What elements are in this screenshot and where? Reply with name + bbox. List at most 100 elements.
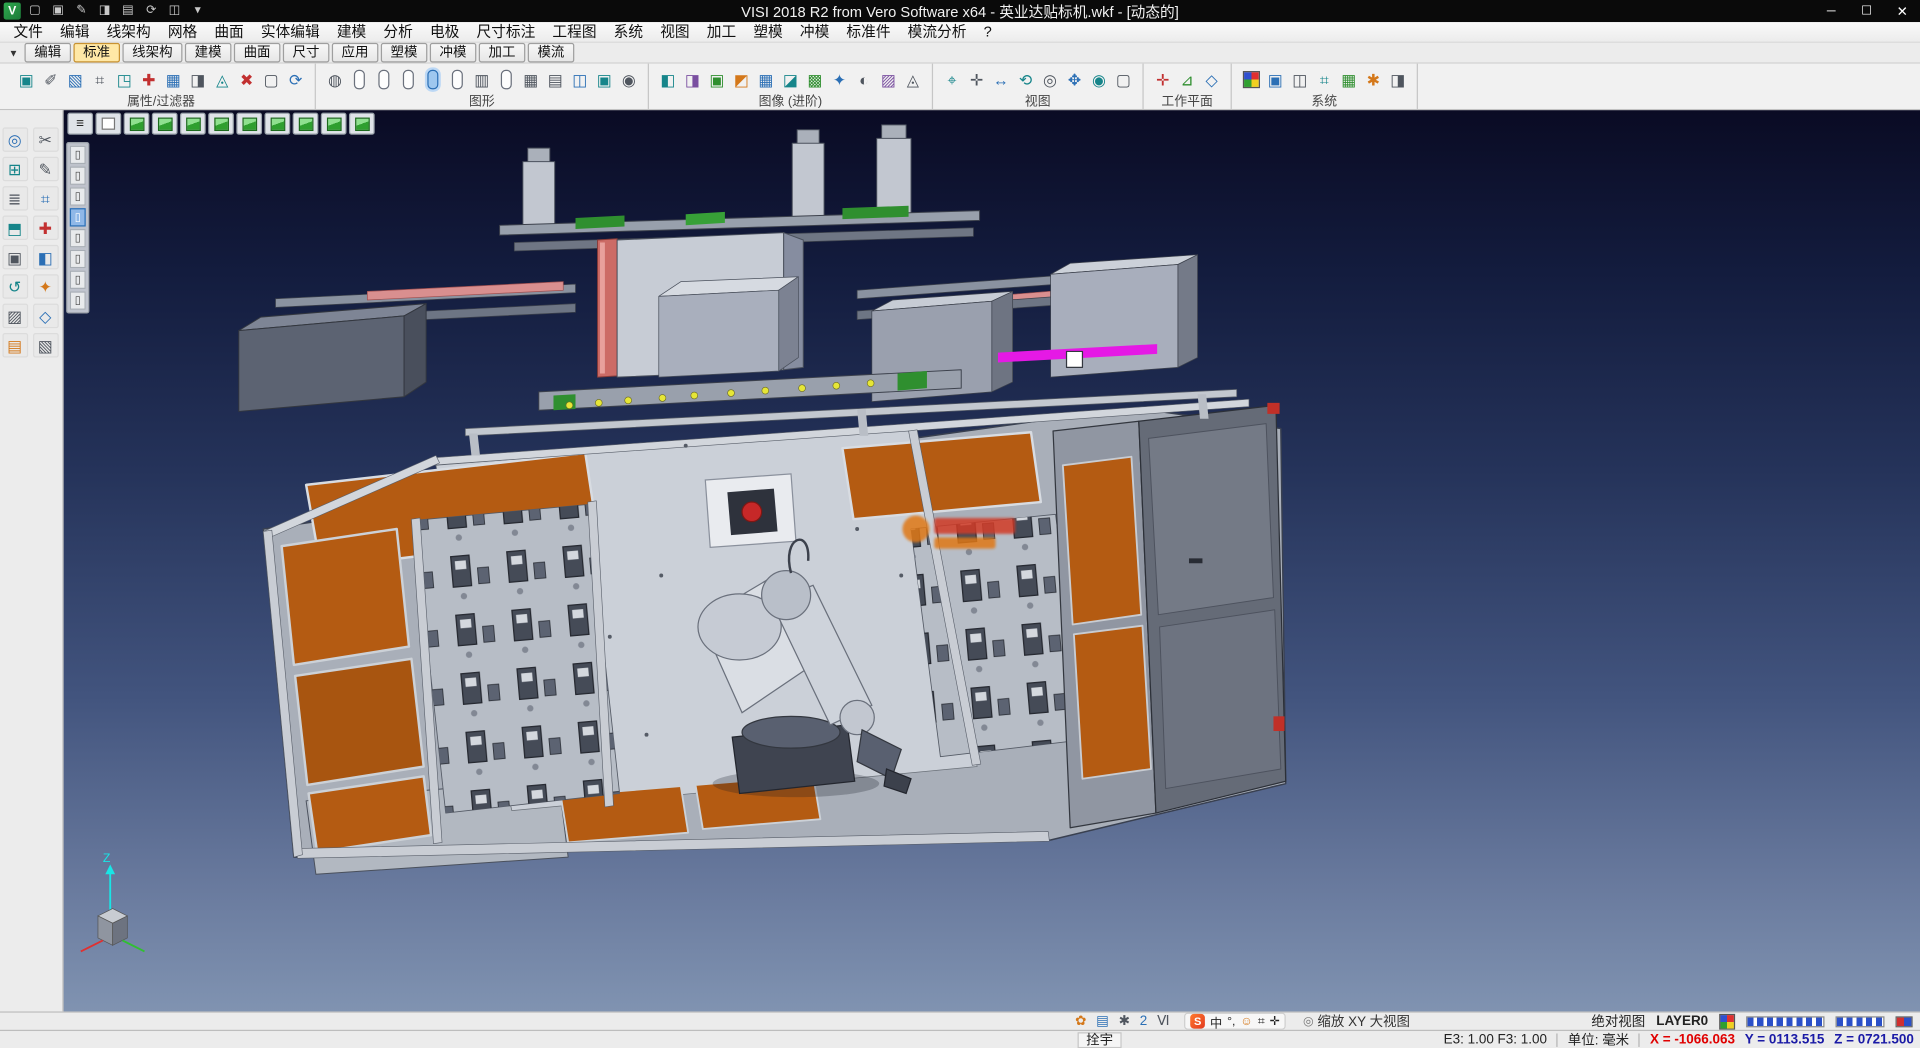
app-logo-icon[interactable]: V (4, 2, 21, 19)
left-toolbar-icon[interactable]: ◇ (32, 304, 58, 328)
minimize-button[interactable]: ─ (1813, 0, 1849, 22)
toolbar-icon[interactable]: ▦ (166, 72, 181, 88)
menu-item[interactable]: 视图 (652, 21, 699, 42)
toolbar-icon[interactable] (1242, 71, 1259, 88)
toolbar-icon[interactable]: ◪ (783, 72, 798, 88)
toolbar-icon[interactable] (501, 70, 512, 90)
toolbar-icon[interactable]: ▥ (474, 72, 489, 88)
toolbar-icon[interactable]: ⟳ (289, 72, 302, 88)
menu-item[interactable]: 分析 (375, 21, 422, 42)
ime-icon[interactable]: ✛ (1270, 1014, 1280, 1027)
view-mode-label[interactable]: 绝对视图 (1591, 1011, 1645, 1031)
tray-icon[interactable]: ✿ (1075, 1014, 1086, 1027)
toolbar-icon[interactable]: ◎ (1043, 72, 1057, 88)
toolbar-icon[interactable]: ✖ (240, 72, 253, 88)
command-prompt-field[interactable]: 拴宇 (1078, 1032, 1122, 1048)
view-orientation-button[interactable]: ≡ (67, 113, 93, 135)
viewport-tool-button[interactable]: ▯ (70, 146, 86, 164)
toolbar-icon[interactable]: ↔ (993, 72, 1009, 88)
menu-item[interactable]: 冲模 (791, 21, 838, 42)
maximize-button[interactable]: ☐ (1849, 0, 1885, 22)
active-layer-label[interactable]: LAYER0 (1656, 1014, 1708, 1029)
toolbar-icon[interactable]: ▤ (548, 72, 563, 88)
toolbar-icon[interactable]: ✛ (1156, 72, 1169, 88)
left-toolbar-icon[interactable]: ✎ (32, 157, 58, 181)
view-orientation-button[interactable] (208, 113, 234, 135)
toolbar-icon[interactable]: ✥ (1068, 72, 1081, 88)
toolbar-icon[interactable]: ◍ (328, 72, 342, 88)
menu-item[interactable]: 加工 (698, 21, 745, 42)
viewport-3d[interactable]: Z ≡ (64, 110, 1920, 1011)
toolbar-icon[interactable]: ▦ (523, 72, 538, 88)
view-orientation-button[interactable] (264, 113, 290, 135)
viewport-tool-button[interactable]: ▯ (70, 208, 86, 226)
menu-item[interactable]: 编辑 (51, 21, 98, 42)
ribbon-tab[interactable]: 加工 (479, 43, 526, 63)
quick-access-icon[interactable]: ⟳ (142, 2, 160, 19)
viewport-tool-button[interactable]: ▯ (70, 229, 86, 247)
left-toolbar-icon[interactable]: ▤ (2, 333, 28, 357)
ribbon-tab[interactable]: 冲模 (430, 43, 477, 63)
toolbar-icon[interactable]: ▦ (758, 72, 773, 88)
toolbar-icon[interactable] (354, 70, 365, 90)
viewport-tool-button[interactable]: ▯ (70, 167, 86, 185)
toolbar-icon[interactable]: ⌗ (1320, 72, 1329, 88)
toolbar-icon[interactable]: ◉ (622, 72, 636, 88)
left-toolbar-icon[interactable]: ⬒ (2, 216, 28, 240)
menu-item[interactable]: 模流分析 (899, 21, 975, 42)
toolbar-icon[interactable]: ⟲ (1019, 72, 1032, 88)
view-orientation-button[interactable] (236, 113, 262, 135)
toolbar-icon[interactable]: ◬ (907, 72, 919, 88)
viewport-tool-button[interactable]: ▯ (70, 291, 86, 309)
menu-item[interactable]: 电极 (421, 21, 468, 42)
left-toolbar-icon[interactable]: ✦ (32, 274, 58, 298)
layer-color-icon[interactable] (1719, 1013, 1735, 1029)
left-toolbar-icon[interactable]: ⌗ (32, 186, 58, 210)
ribbon-tab[interactable]: 标准 (73, 43, 120, 63)
left-toolbar-icon[interactable]: ✚ (32, 216, 58, 240)
left-toolbar-icon[interactable]: ◧ (32, 245, 58, 269)
toolbar-icon[interactable]: ✐ (44, 72, 57, 88)
quick-access-icon[interactable]: ▣ (49, 2, 67, 19)
toolbar-icon[interactable]: ◳ (117, 72, 132, 88)
ime-icon[interactable]: °, (1227, 1014, 1235, 1027)
toolbar-icon[interactable]: ◨ (1390, 72, 1405, 88)
menu-item[interactable]: 系统 (605, 21, 652, 42)
toolbar-icon[interactable]: ⊿ (1180, 72, 1193, 88)
ime-icon[interactable]: 中 (1210, 1012, 1222, 1030)
quick-access-icon[interactable]: ✎ (72, 2, 90, 19)
ime-icon[interactable]: ⌗ (1258, 1014, 1265, 1027)
ribbon-tab[interactable]: 曲面 (234, 43, 281, 63)
quick-access-icon[interactable]: ▢ (26, 2, 44, 19)
toolbar-icon[interactable]: ◨ (190, 72, 205, 88)
viewport-tool-button[interactable]: ▯ (70, 271, 86, 289)
toolbar-icon[interactable]: ◫ (572, 72, 587, 88)
toolbar-icon[interactable]: ◧ (660, 72, 675, 88)
quick-access-icon[interactable]: ◫ (165, 2, 183, 19)
menu-item[interactable]: 塑模 (745, 21, 792, 42)
menu-item[interactable]: 实体编辑 (252, 21, 328, 42)
toolbar-icon[interactable]: ◇ (1206, 72, 1218, 88)
viewport-tool-button[interactable]: ▯ (70, 250, 86, 268)
view-orientation-button[interactable] (152, 113, 178, 135)
toolbar-icon[interactable]: ▣ (709, 72, 724, 88)
ribbon-tab[interactable]: 线架构 (122, 43, 182, 63)
toolbar-icon[interactable]: ✱ (1367, 72, 1380, 88)
ribbon-tab[interactable]: 建模 (185, 43, 232, 63)
toolbar-icon[interactable] (403, 70, 414, 90)
quick-access-icon[interactable]: ▾ (189, 2, 207, 19)
view-orientation-button[interactable] (124, 113, 150, 135)
menu-item[interactable]: 文件 (5, 21, 52, 42)
ime-icon[interactable]: ☺ (1240, 1014, 1253, 1027)
ribbon-tab[interactable]: 尺寸 (283, 43, 330, 63)
left-toolbar-icon[interactable]: ▧ (32, 333, 58, 357)
toolbar-icon[interactable]: ◬ (216, 72, 228, 88)
left-toolbar-icon[interactable]: ⊞ (2, 157, 28, 181)
toolbar-icon[interactable]: ▩ (807, 72, 822, 88)
tray-icon[interactable]: ▤ (1096, 1014, 1109, 1027)
toolbar-icon[interactable]: ⌖ (948, 72, 957, 88)
left-toolbar-icon[interactable]: ▨ (2, 304, 28, 328)
toolbar-icon[interactable]: ▣ (1268, 72, 1283, 88)
menu-item[interactable]: 工程图 (544, 21, 605, 42)
toolbar-icon[interactable]: ✚ (142, 72, 155, 88)
